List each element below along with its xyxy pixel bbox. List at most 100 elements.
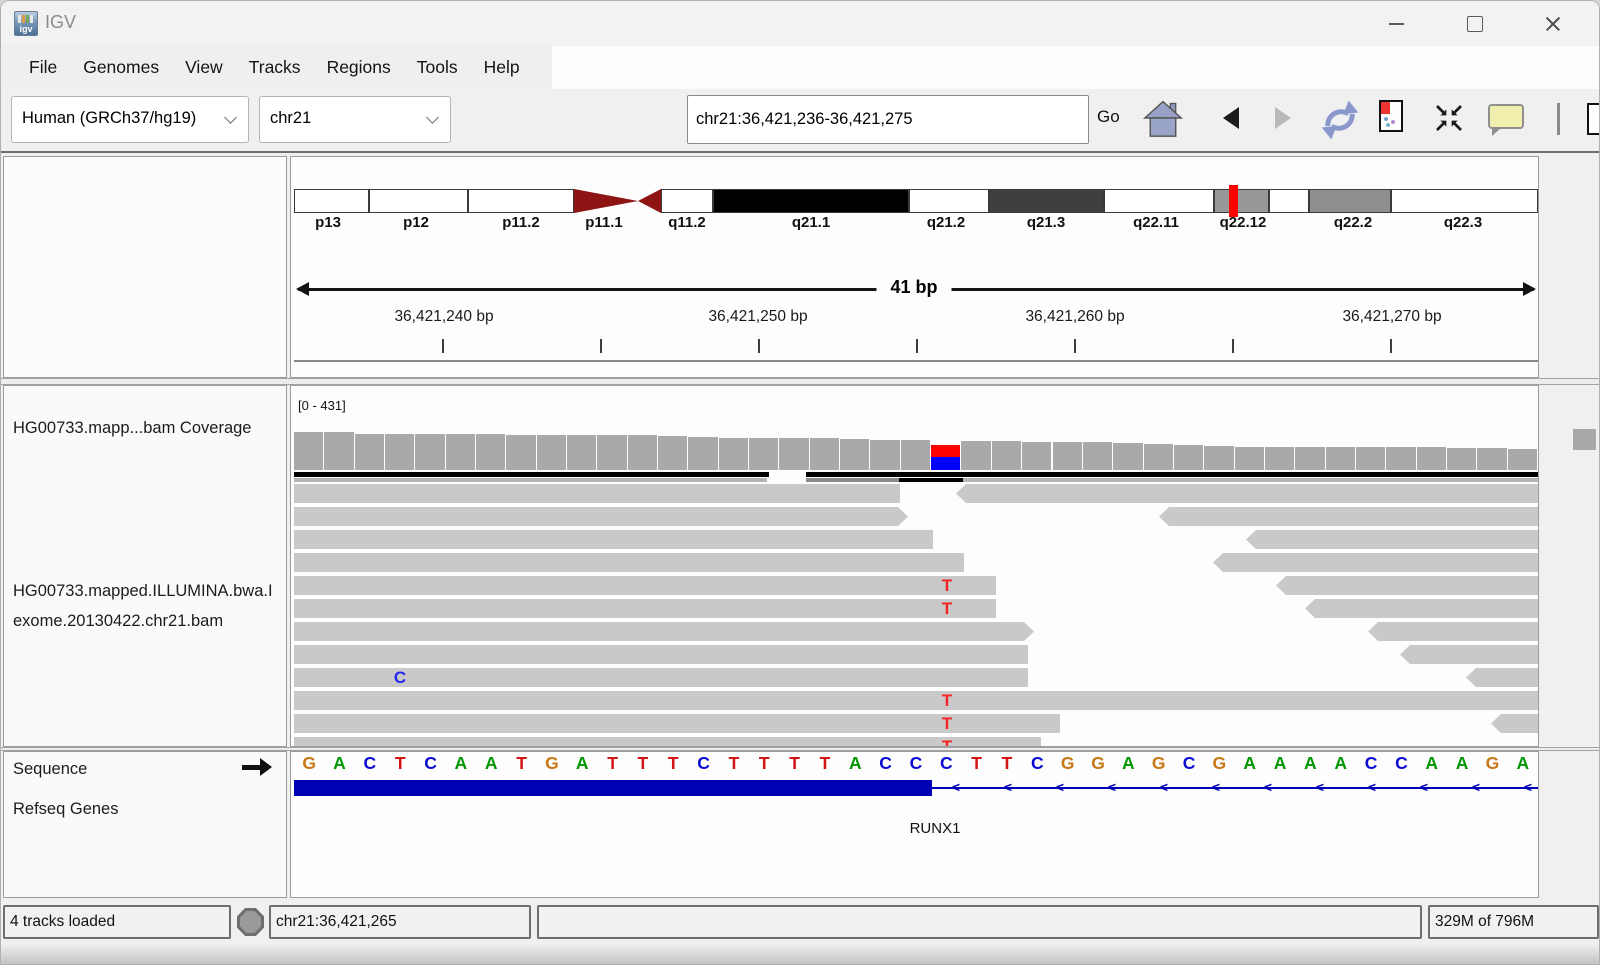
aligned-read[interactable] (1305, 599, 1538, 618)
aligned-read[interactable] (1400, 645, 1538, 664)
coverage-bar[interactable] (1386, 447, 1415, 470)
vertical-scrollbar-thumb[interactable] (1573, 429, 1596, 450)
aligned-read[interactable] (294, 599, 996, 618)
aligned-read[interactable] (1368, 622, 1538, 641)
aligned-read[interactable] (1159, 507, 1538, 526)
menu-item-tools[interactable]: Tools (404, 46, 471, 89)
ideogram-band-q22.11[interactable] (1104, 189, 1214, 213)
sequence-strand-arrow-icon[interactable] (260, 758, 272, 776)
go-button[interactable]: Go (1097, 107, 1120, 127)
menu-item-view[interactable]: View (172, 46, 236, 89)
coverage-bar[interactable] (1235, 447, 1264, 470)
alignment-track-label-line2[interactable]: exome.20130422.chr21.bam (13, 612, 223, 631)
coverage-bar-snp-red[interactable] (931, 445, 960, 457)
coverage-bar[interactable] (719, 438, 748, 470)
coverage-bar[interactable] (961, 441, 990, 470)
chromosome-select[interactable]: chr21 (259, 96, 451, 143)
aligned-read[interactable] (956, 484, 1538, 503)
ideogram-band-q22.3[interactable] (1391, 189, 1538, 213)
alignment-panel[interactable]: [0 - 431] TTCTTT (290, 385, 1539, 747)
ideogram-band-q22.2[interactable] (1309, 189, 1391, 213)
sequence-strand-arrow-icon[interactable] (242, 765, 262, 770)
aligned-read[interactable] (294, 553, 964, 572)
compressed-read[interactable] (806, 478, 899, 482)
aligned-read[interactable] (1466, 668, 1538, 687)
ideogram-band[interactable] (1269, 189, 1309, 213)
aligned-read[interactable] (294, 530, 933, 549)
coverage-bar[interactable] (628, 435, 657, 470)
coverage-bar[interactable] (506, 435, 535, 470)
minimize-button[interactable] (1373, 1, 1419, 46)
fit-window-button[interactable] (1433, 102, 1465, 139)
home-button[interactable] (1141, 98, 1185, 143)
refresh-button[interactable] (1317, 98, 1363, 147)
tooltip-bubble-icon[interactable] (1488, 104, 1524, 129)
coverage-bar[interactable] (1204, 446, 1233, 470)
close-button[interactable] (1529, 1, 1575, 46)
gene-intron-line[interactable] (932, 787, 1538, 789)
menu-item-tracks[interactable]: Tracks (236, 46, 314, 89)
compressed-read[interactable] (963, 478, 1538, 482)
coverage-bar[interactable] (537, 435, 566, 470)
coverage-bar[interactable] (1265, 447, 1294, 470)
aligned-read[interactable] (294, 576, 996, 595)
snapshot-button[interactable] (1379, 100, 1403, 132)
coverage-bar[interactable] (385, 434, 414, 470)
coverage-bar[interactable] (1022, 442, 1051, 470)
coverage-bar-snp-blue[interactable] (931, 457, 960, 470)
coverage-bar[interactable] (1447, 448, 1476, 470)
back-button[interactable] (1223, 107, 1239, 129)
ideogram-band-q11.2[interactable] (661, 189, 713, 213)
coverage-bar[interactable] (1417, 447, 1446, 470)
locus-input[interactable] (687, 95, 1089, 144)
ideogram-band-p12[interactable] (369, 189, 468, 213)
coverage-bar[interactable] (446, 434, 475, 470)
coverage-bar[interactable] (779, 438, 808, 470)
ideogram-band-q22.12[interactable] (1214, 189, 1269, 213)
coverage-bar[interactable] (840, 439, 869, 470)
coverage-bar[interactable] (324, 432, 353, 470)
aligned-read[interactable] (294, 691, 1538, 710)
ideogram-band-p13[interactable] (294, 189, 369, 213)
aligned-read[interactable] (294, 484, 900, 503)
coverage-bar[interactable] (658, 436, 687, 470)
ideogram-band-p11.2[interactable] (468, 189, 574, 213)
coverage-bar[interactable] (1295, 447, 1324, 470)
coverage-bar[interactable] (1053, 442, 1082, 470)
gene-exon[interactable] (294, 780, 932, 796)
coverage-bar[interactable] (355, 434, 384, 470)
aligned-read[interactable] (1491, 714, 1538, 733)
aligned-read[interactable] (1246, 530, 1538, 549)
compressed-read[interactable] (294, 472, 769, 477)
coverage-track-label[interactable]: HG00733.mapp...bam Coverage (13, 419, 251, 438)
sequence-panel[interactable]: GACTCAATGATTTCTTTTACCCTTCGGAGCGAAAACCAAG… (290, 751, 1539, 898)
coverage-bar[interactable] (567, 435, 596, 470)
ideogram-band-q21.1[interactable] (713, 189, 909, 213)
refseq-track-label[interactable]: Refseq Genes (13, 800, 118, 819)
aligned-read[interactable] (294, 737, 1041, 747)
coverage-bar[interactable] (1326, 447, 1355, 470)
compressed-read[interactable] (806, 472, 1538, 477)
coverage-bar[interactable] (688, 437, 717, 470)
aligned-read[interactable] (1213, 553, 1538, 572)
menu-item-help[interactable]: Help (471, 46, 533, 89)
coverage-bar[interactable] (992, 441, 1021, 470)
aligned-read[interactable] (294, 622, 1034, 641)
chromosome-panel[interactable]: p13p12p11.2q11.2q21.1q21.2q21.3q22.11q22… (290, 156, 1539, 378)
coverage-bar[interactable] (1477, 448, 1506, 470)
ideogram-band-q21.3[interactable] (989, 189, 1104, 213)
aligned-read[interactable] (1276, 576, 1538, 595)
coverage-bar[interactable] (1083, 442, 1112, 470)
coverage-bar[interactable] (749, 438, 778, 470)
coverage-bar[interactable] (415, 434, 444, 470)
coverage-bar[interactable] (901, 440, 930, 470)
maximize-button[interactable] (1451, 1, 1497, 46)
coverage-bar[interactable] (1356, 447, 1385, 470)
aligned-read[interactable] (294, 645, 1028, 664)
coverage-bar[interactable] (810, 438, 839, 470)
coverage-bar[interactable] (476, 434, 505, 470)
status-memory[interactable]: 329M of 796M (1428, 905, 1599, 939)
partial-toolbar-icon[interactable] (1587, 103, 1600, 135)
stop-octagon-button[interactable] (237, 908, 264, 936)
sequence-track-label[interactable]: Sequence (13, 760, 87, 779)
